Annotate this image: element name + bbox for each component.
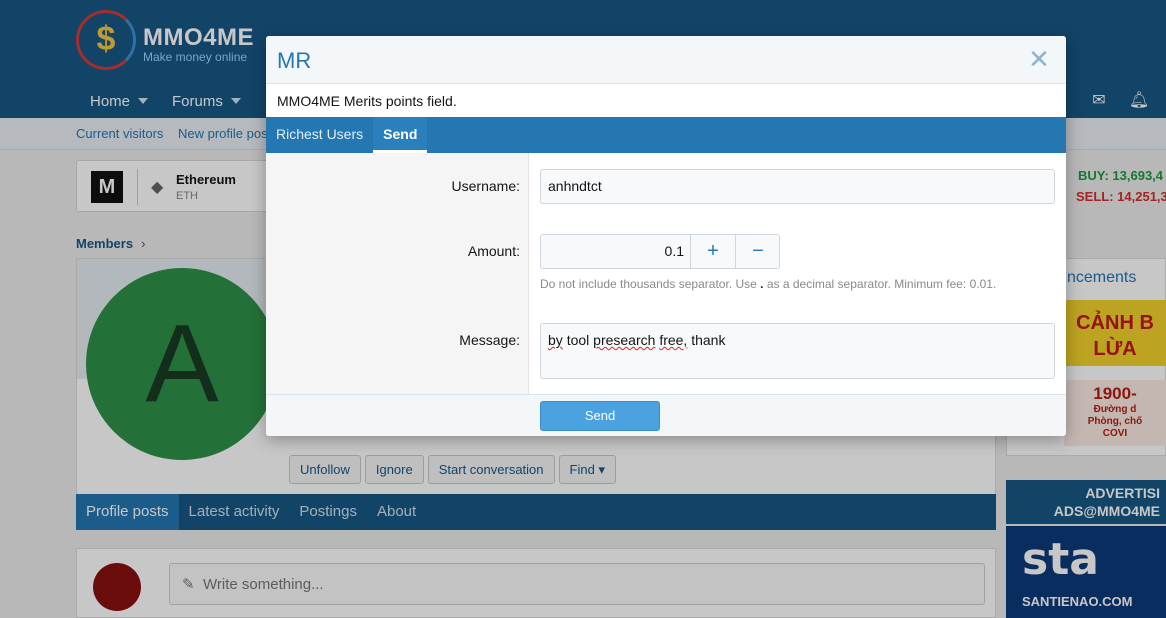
merits-modal: MR ✕ MMO4ME Merits points field. Richest… [266, 36, 1066, 436]
hint-text-1: Do not include thousands separator. Use [540, 277, 757, 291]
tab-richest-users[interactable]: Richest Users [266, 117, 373, 153]
message-word: tool [566, 332, 590, 348]
amount-stepper: 0.1 + − [540, 234, 780, 269]
close-icon[interactable]: ✕ [1026, 46, 1052, 72]
amount-field[interactable]: 0.1 [541, 235, 691, 268]
plus-icon[interactable]: + [690, 235, 735, 268]
minus-icon[interactable]: − [735, 235, 780, 268]
message-word: presearch [593, 332, 656, 348]
modal-header: MR ✕ [266, 36, 1066, 84]
modal-tabs: Richest Users Send [266, 117, 1066, 153]
tab-send[interactable]: Send [373, 117, 428, 153]
username-field[interactable]: anhndtct [540, 169, 1055, 204]
hint-text-2: as a decimal separator. Minimum fee: 0.0… [766, 277, 997, 291]
send-button[interactable]: Send [540, 401, 660, 431]
amount-label: Amount: [467, 243, 520, 259]
send-form: Username: anhndtct Amount: 0.1 + − Do no… [266, 153, 1066, 394]
modal-description: MMO4ME Merits points field. [277, 93, 457, 109]
message-field[interactable]: by tool presearch free, thank [540, 323, 1055, 379]
message-word: free, [659, 332, 688, 348]
message-word: thank [691, 332, 726, 348]
message-word: by [548, 332, 563, 348]
username-label: Username: [451, 178, 520, 194]
amount-hint: Do not include thousands separator. Use … [540, 277, 996, 291]
modal-footer: Send [266, 394, 1066, 436]
hint-dot: . [760, 277, 764, 291]
modal-title: MR [277, 48, 312, 73]
message-label: Message: [459, 332, 520, 348]
